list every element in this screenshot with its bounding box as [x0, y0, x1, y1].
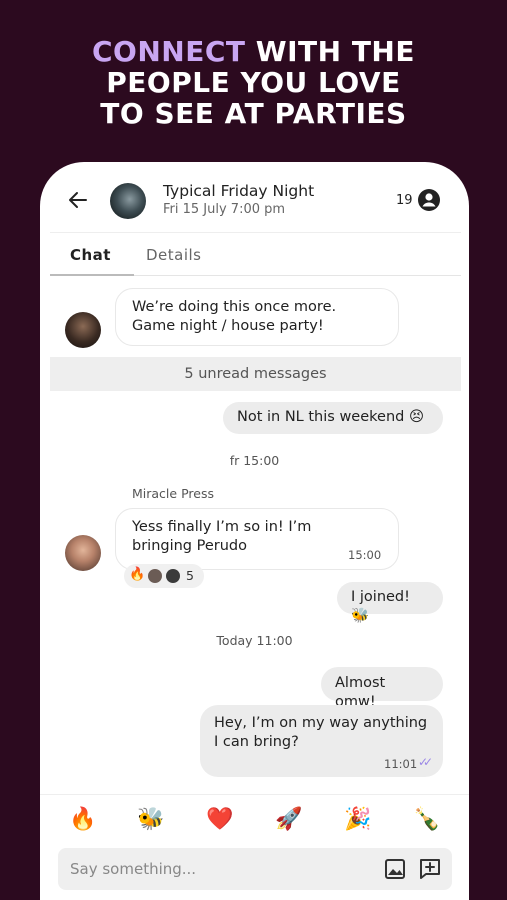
tab-chat[interactable]: Chat [70, 246, 111, 264]
read-receipt-icon: ✓✓ [418, 755, 433, 769]
bee-emoji-icon[interactable]: 🐝 [136, 807, 166, 832]
rocket-emoji-icon[interactable]: 🚀 [274, 807, 304, 832]
message-input[interactable] [70, 848, 370, 890]
message-time: 11:01 [384, 757, 418, 771]
reaction-count: 5 [186, 568, 194, 583]
sender-avatar[interactable] [65, 535, 101, 571]
message-bubble[interactable]: We’re doing this once more. Game night /… [115, 288, 399, 346]
headline-accent: CONNECT [92, 35, 246, 68]
date-separator: fr 15:00 [229, 453, 280, 468]
party-popper-emoji-icon[interactable]: 🎉 [343, 807, 373, 832]
back-arrow-icon[interactable] [66, 188, 90, 212]
sender-name: Miracle Press [132, 486, 214, 501]
my-message-bubble[interactable]: Not in NL this weekend 😣 [223, 402, 443, 434]
reactor-avatar [166, 569, 180, 583]
marketing-headline: CONNECT WITH THE PEOPLE YOU LOVE TO SEE … [0, 36, 507, 129]
unread-banner: 5 unread messages [50, 357, 461, 391]
heart-emoji-icon[interactable]: ❤️ [205, 807, 235, 832]
fire-emoji-icon[interactable]: 🔥 [68, 807, 98, 832]
my-message-bubble[interactable]: I joined! 🐝 [337, 582, 443, 624]
image-icon[interactable] [384, 858, 406, 880]
headline-line3: TO SEE AT PARTIES [100, 97, 407, 130]
headline-line2: PEOPLE YOU LOVE [106, 66, 401, 99]
my-message-bubble[interactable]: Almost omw! [321, 667, 443, 710]
chat-title[interactable]: Typical Friday Night [163, 182, 314, 200]
active-tab-indicator [50, 274, 134, 276]
fire-icon: 🔥 [129, 567, 146, 582]
reactor-avatar [148, 569, 162, 583]
phone-screen: Typical Friday Night Fri 15 July 7:00 pm… [40, 162, 469, 900]
sender-avatar[interactable] [65, 312, 101, 348]
chat-tabs: Chat Details [50, 232, 461, 276]
event-date: Fri 15 July 7:00 pm [163, 202, 286, 217]
group-avatar[interactable] [110, 183, 146, 219]
headline-line1: WITH THE [245, 35, 415, 68]
member-count[interactable]: 19 [396, 193, 413, 208]
champagne-emoji-icon[interactable]: 🍾 [412, 807, 442, 832]
message-composer [58, 848, 452, 890]
date-separator: Today 11:00 [216, 633, 293, 648]
chat-header: Typical Friday Night Fri 15 July 7:00 pm… [40, 162, 469, 232]
quick-emoji-bar: 🔥 🐝 ❤️ 🚀 🎉 🍾 [40, 794, 469, 848]
message-time: 15:00 [348, 548, 382, 562]
tab-details[interactable]: Details [146, 246, 202, 264]
members-icon[interactable] [417, 188, 441, 212]
reactions-pill[interactable]: 🔥 5 [124, 564, 204, 588]
add-comment-icon[interactable] [418, 857, 442, 881]
